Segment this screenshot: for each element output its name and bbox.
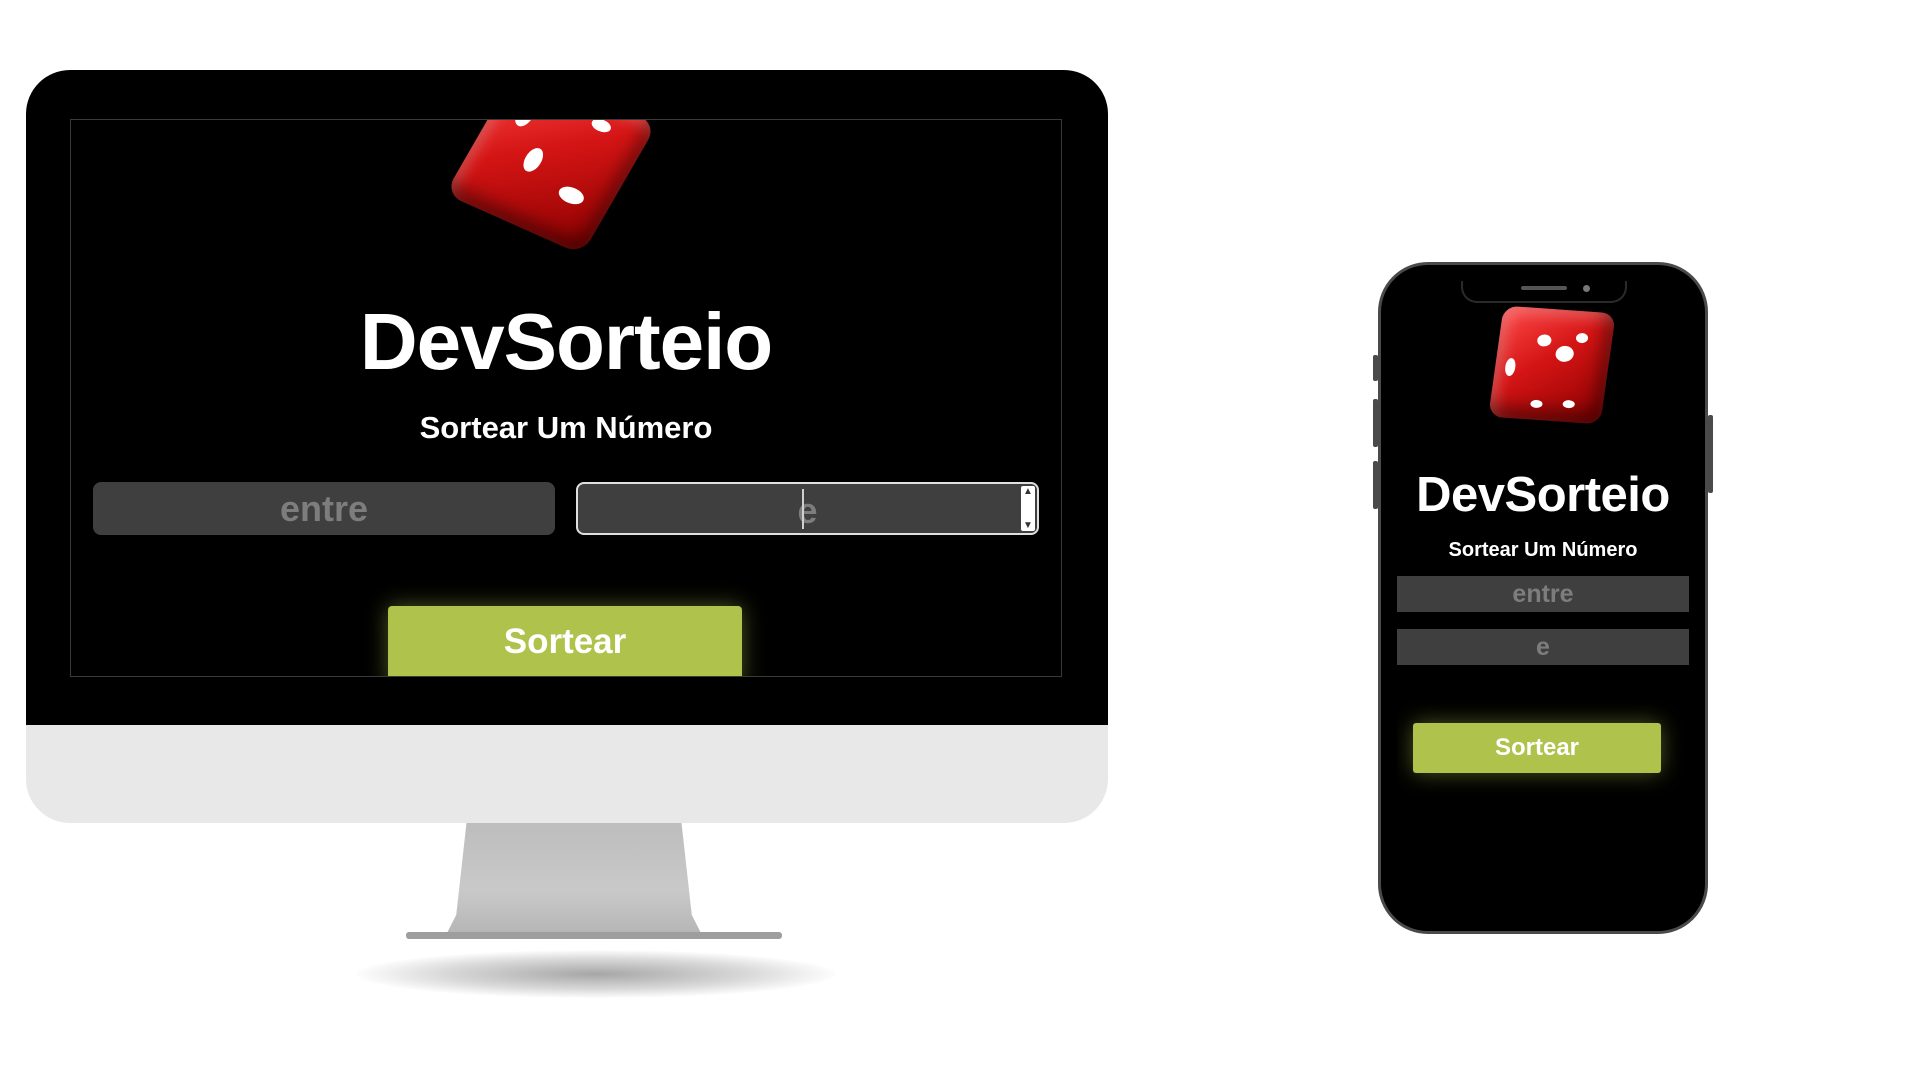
phone-side-button [1373,355,1378,381]
red-dice-icon [444,120,658,255]
max-number-input[interactable]: e ▲ ▼ [576,482,1039,535]
text-caret [802,489,804,529]
desktop-screen: DevSorteio Sortear Um Número entre e ▲ ▼… [70,119,1062,677]
device-mockup-scene: DevSorteio Sortear Um Número entre e ▲ ▼… [0,0,1920,1080]
speaker-icon [1521,286,1567,290]
monitor-foot [406,932,782,939]
max-number-input[interactable]: e [1397,629,1689,665]
mobile-phone: DevSorteio Sortear Um Número entre e Sor… [1373,262,1713,934]
sortear-button[interactable]: Sortear [1413,723,1661,773]
phone-notch [1461,281,1627,303]
page-title: DevSorteio [359,297,773,386]
monitor-chin [26,725,1108,823]
phone-volume-up-button [1373,399,1378,447]
min-number-input[interactable]: entre [93,482,555,535]
page-title: DevSorteio [1416,468,1670,522]
page-subtitle: Sortear Um Número [419,410,713,445]
min-number-placeholder: entre [1512,580,1574,608]
max-number-placeholder: e [1536,633,1550,661]
red-dice-icon [1488,305,1616,425]
phone-power-button [1708,415,1713,493]
spinner-down-icon[interactable]: ▼ [1023,520,1033,531]
page-subtitle: Sortear Um Número [1448,539,1638,561]
monitor-stand [446,823,702,935]
max-number-placeholder: e [797,490,818,531]
phone-volume-down-button [1373,461,1378,509]
min-number-placeholder: entre [279,488,369,529]
monitor-base-shadow [356,950,836,998]
mobile-screen: DevSorteio Sortear Um Número entre e Sor… [1397,281,1689,915]
spinner-up-icon[interactable]: ▲ [1023,486,1033,497]
sortear-button[interactable]: Sortear [388,606,742,676]
camera-icon [1583,285,1590,292]
min-number-input[interactable]: entre [1397,576,1689,612]
number-spinner-icon[interactable]: ▲ ▼ [1021,486,1035,531]
